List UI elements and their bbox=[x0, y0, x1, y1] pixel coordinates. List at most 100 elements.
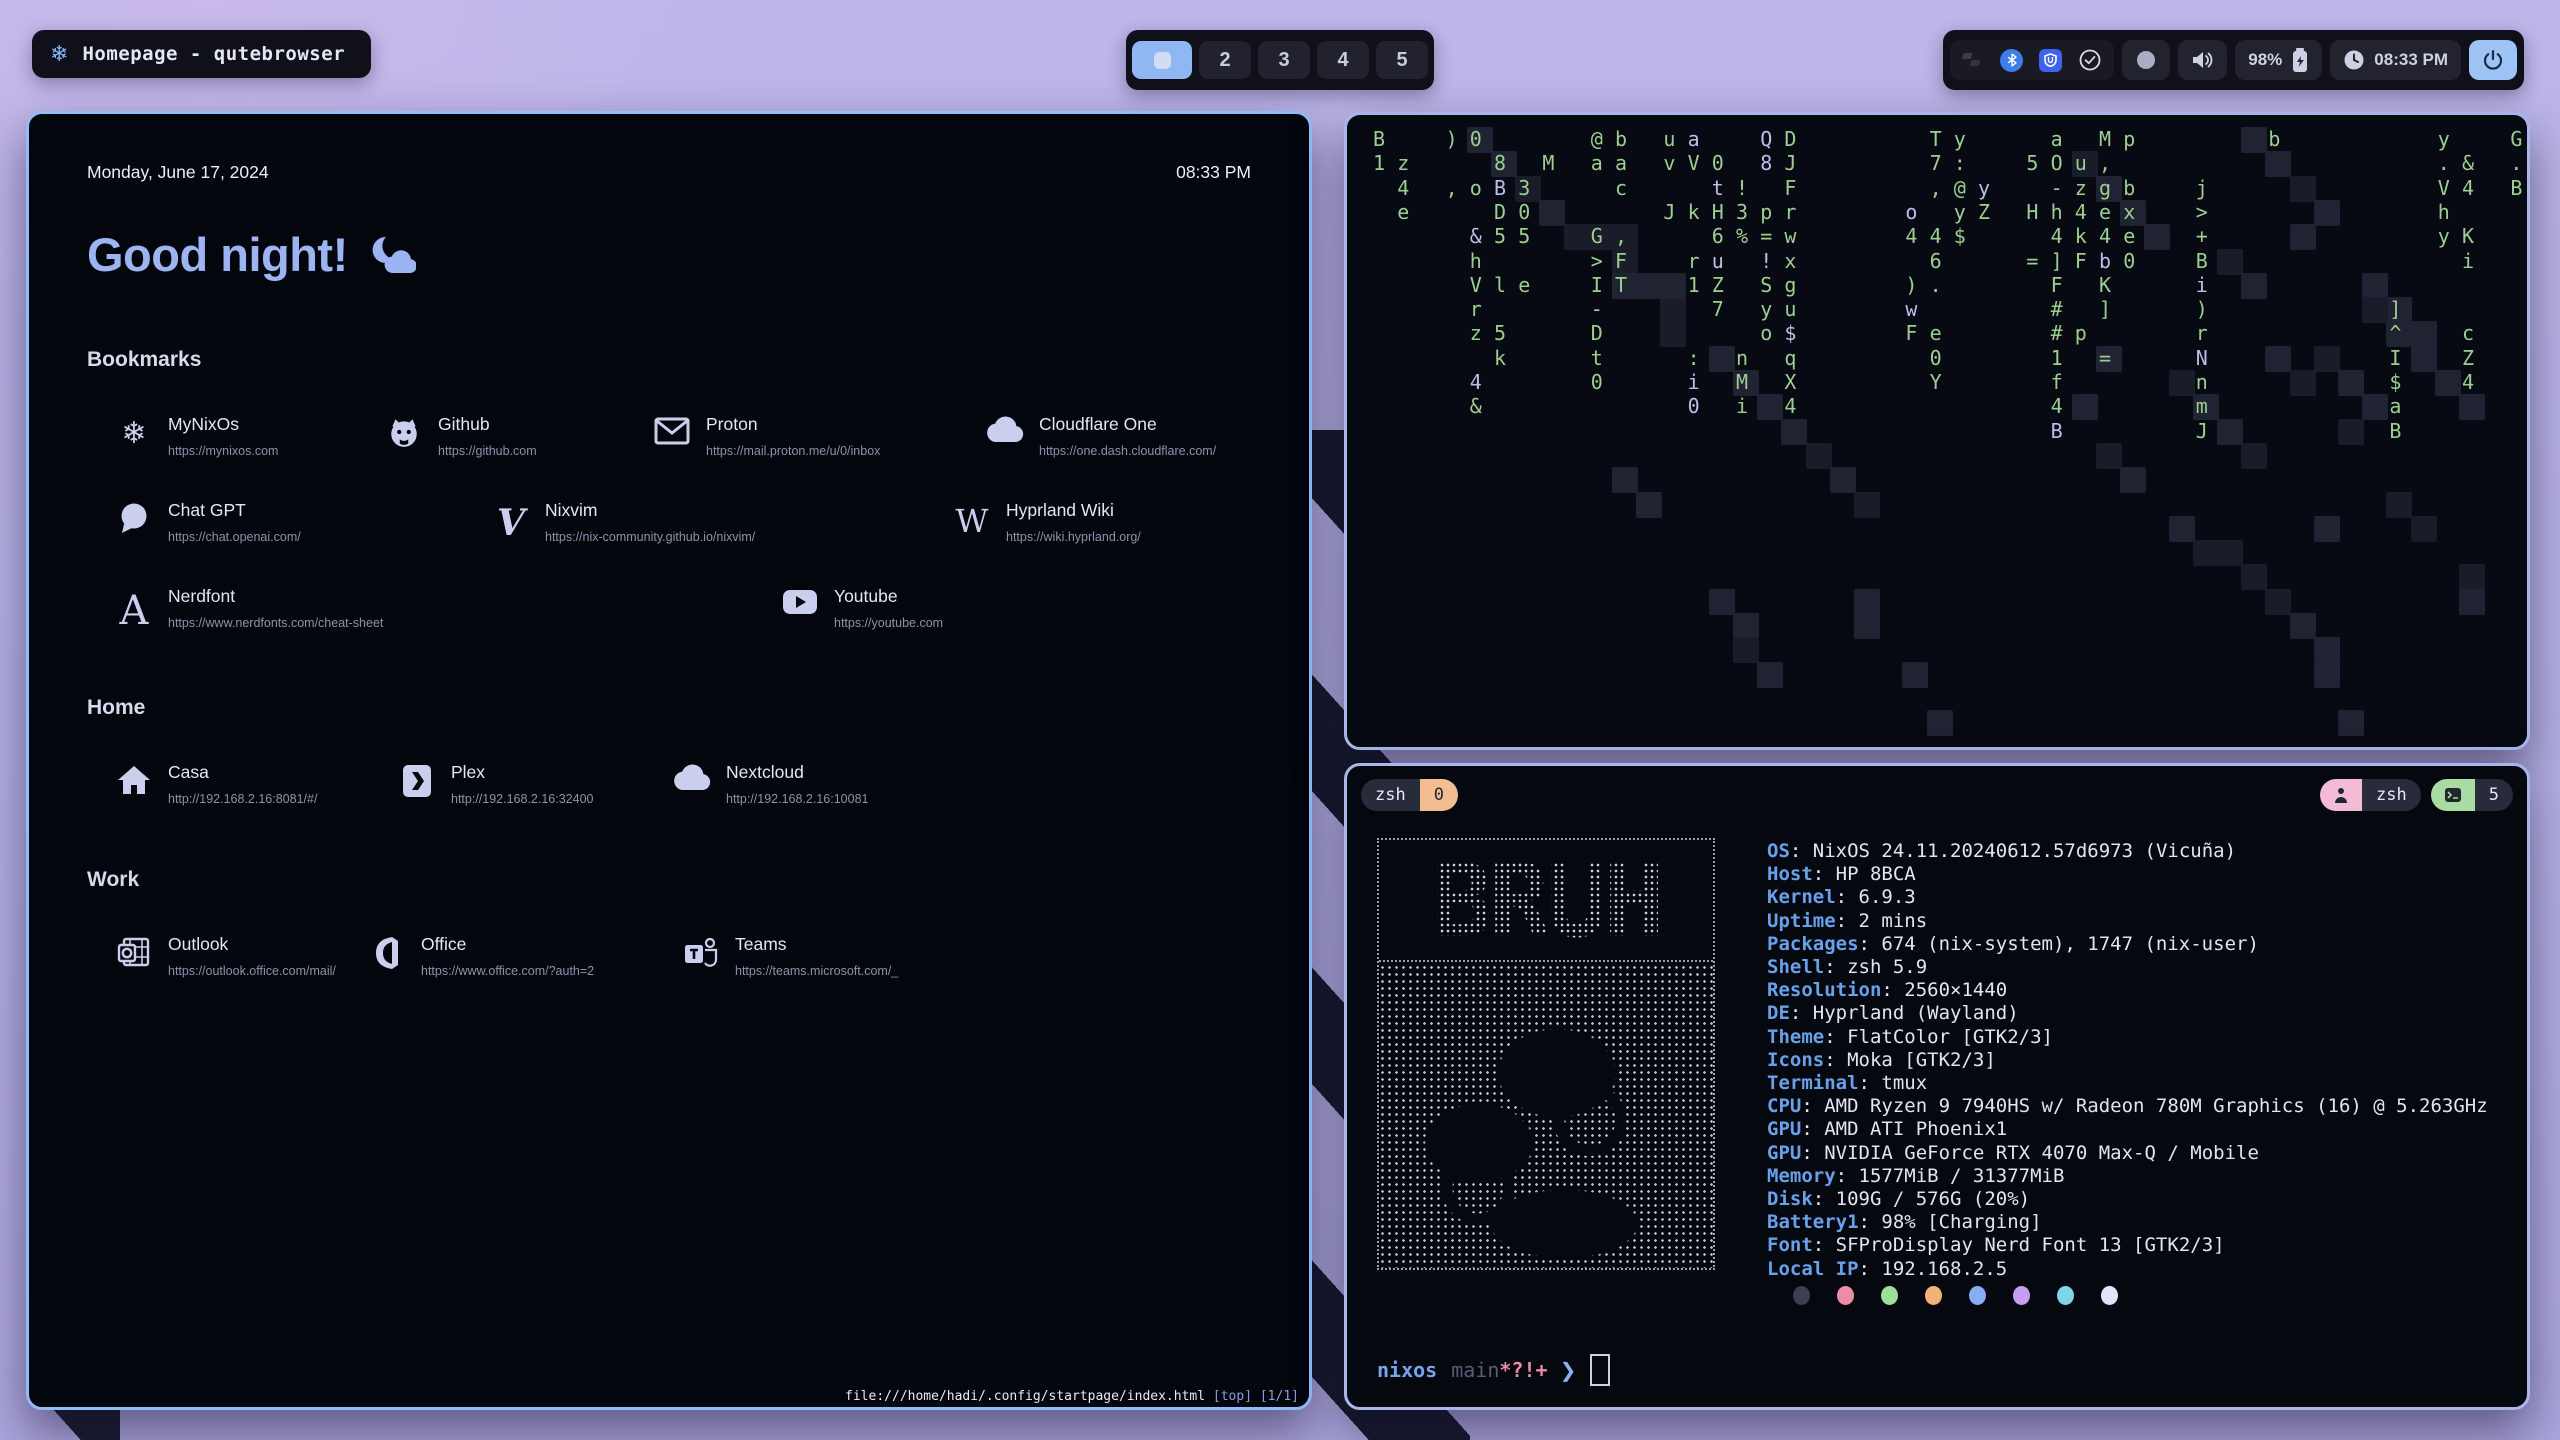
power-button[interactable] bbox=[2469, 40, 2517, 80]
matrix-char: T bbox=[1930, 129, 1942, 149]
bookmark-youtube[interactable]: Youtubehttps://youtube.com bbox=[779, 586, 943, 634]
tmux-pill-5[interactable]: 5 bbox=[2431, 779, 2513, 811]
bookmark-title: Casa bbox=[168, 762, 317, 783]
bookmark-row: Casahttp://192.168.2.16:8081/#/Plexhttp:… bbox=[87, 762, 1251, 806]
bookmark-hyprland-wiki[interactable]: WHyprland Wikihttps://wiki.hyprland.org/ bbox=[951, 500, 1141, 544]
matrix-char: % bbox=[1736, 226, 1748, 246]
matrix-char: N bbox=[2196, 348, 2208, 368]
matrix-char: I bbox=[1591, 275, 1603, 295]
bookmark-url: https://github.com bbox=[438, 444, 537, 458]
fetch-line: GPU: AMD ATI Phoenix1 bbox=[1767, 1118, 2488, 1141]
matrix-char: 1 bbox=[1373, 153, 1385, 173]
matrix-char: J bbox=[1663, 202, 1675, 222]
workspace-button-4[interactable]: 4 bbox=[1317, 41, 1369, 79]
network-icon[interactable] bbox=[1962, 49, 1984, 71]
matrix-block bbox=[2459, 564, 2485, 590]
matrix-char: i bbox=[1736, 396, 1748, 416]
fetch-value: : HP 8BCA bbox=[1813, 863, 1916, 885]
matrix-char: y bbox=[2438, 129, 2450, 149]
workspace-button-2[interactable]: 2 bbox=[1199, 41, 1251, 79]
clock-button[interactable]: 08:33 PM bbox=[2330, 40, 2461, 80]
matrix-char: F bbox=[2075, 251, 2087, 271]
bookmark-cloudflare-one[interactable]: Cloudflare Onehttps://one.dash.cloudflar… bbox=[984, 414, 1216, 458]
bookmark-proton[interactable]: Protonhttps://mail.proton.me/u/0/inbox bbox=[651, 414, 984, 458]
bookmark-nixvim[interactable]: VNixvimhttps://nix-community.github.io/n… bbox=[490, 500, 951, 544]
bookmark-icon-box bbox=[383, 416, 425, 450]
notification-dot-button[interactable] bbox=[2122, 40, 2170, 80]
bookmark-row: ANerdfonthttps://www.nerdfonts.com/cheat… bbox=[87, 586, 1251, 634]
bluetooth-icon[interactable] bbox=[2000, 49, 2023, 72]
matrix-char: 1 bbox=[2051, 348, 2063, 368]
matrix-char: o bbox=[1905, 202, 1917, 222]
matrix-block bbox=[1636, 273, 1662, 299]
matrix-char: g bbox=[1784, 275, 1796, 295]
battery-button[interactable]: 98% bbox=[2235, 40, 2322, 80]
section-work: WorkOutlookhttps://outlook.office.com/ma… bbox=[87, 868, 1251, 978]
matrix-char: M bbox=[2099, 129, 2111, 149]
tray-icon-group bbox=[1950, 40, 2114, 80]
matrix-block bbox=[1854, 492, 1880, 518]
matrix-char: , bbox=[2099, 153, 2111, 173]
matrix-char: & bbox=[1470, 226, 1482, 246]
matrix-char: u bbox=[2075, 153, 2087, 173]
bookmark-title: Office bbox=[421, 934, 594, 955]
bookmark-url: https://www.nerdfonts.com/cheat-sheet bbox=[168, 616, 383, 630]
matrix-char: a bbox=[2389, 396, 2401, 416]
home-icon bbox=[117, 764, 151, 796]
bookmark-text: Hyprland Wikihttps://wiki.hyprland.org/ bbox=[1006, 500, 1141, 544]
tmux-statusbar: zsh 0 zsh 5 bbox=[1361, 778, 2513, 812]
bookmark-plex[interactable]: Plexhttp://192.168.2.16:32400 bbox=[396, 762, 671, 806]
matrix-char: e bbox=[1397, 202, 1409, 222]
matrix-char: & bbox=[2462, 153, 2474, 173]
bookmark-github[interactable]: Githubhttps://github.com bbox=[383, 414, 651, 458]
matrix-char: H bbox=[1712, 202, 1724, 222]
bookmark-nerdfont[interactable]: ANerdfonthttps://www.nerdfonts.com/cheat… bbox=[113, 586, 779, 634]
matrix-char: 0 bbox=[2123, 251, 2135, 271]
matrix-block bbox=[2169, 370, 2195, 396]
tmux-session-pill[interactable]: zsh 0 bbox=[1361, 779, 1458, 811]
fetch-value: : zsh 5.9 bbox=[1824, 956, 1927, 978]
fetch-line: Resolution: 2560×1440 bbox=[1767, 979, 2488, 1002]
workspace-button-5[interactable]: 5 bbox=[1376, 41, 1428, 79]
shield-icon[interactable] bbox=[2039, 49, 2062, 72]
matrix-block bbox=[2411, 321, 2437, 347]
bookmark-mynixos[interactable]: ❄MyNixOshttps://mynixos.com bbox=[113, 414, 383, 458]
bookmark-url: https://www.office.com/?auth=2 bbox=[421, 964, 594, 978]
fetch-label: Shell bbox=[1767, 956, 1824, 978]
matrix-char: J bbox=[1784, 153, 1796, 173]
tmux-pill-zsh[interactable]: zsh bbox=[2320, 779, 2421, 811]
matrix-char: Z bbox=[1712, 275, 1724, 295]
bookmark-teams[interactable]: Teamshttps://teams.microsoft.com/_ bbox=[680, 934, 898, 978]
bookmark-text: Youtubehttps://youtube.com bbox=[834, 586, 943, 630]
bookmark-office[interactable]: Office https://www.office.com/?auth=2 bbox=[366, 934, 680, 978]
workspace-button-1[interactable] bbox=[1132, 41, 1192, 79]
youtube-icon bbox=[782, 588, 818, 616]
fetch-terminal-window[interactable]: zsh 0 zsh5 BRUH OS: NixOS 24.11.20240612… bbox=[1344, 763, 2530, 1410]
bookmark-outlook[interactable]: Outlookhttps://outlook.office.com/mail/ bbox=[113, 934, 366, 978]
matrix-char: i bbox=[2196, 275, 2208, 295]
check-circle-icon[interactable] bbox=[2078, 48, 2102, 72]
matrix-terminal-window[interactable]: B1z4e),0o&hVrz4&8BD5l5k305eM@aG>I-Dt0bac… bbox=[1344, 112, 2530, 750]
workspace-button-3[interactable]: 3 bbox=[1258, 41, 1310, 79]
fastfetch-info: OS: NixOS 24.11.20240612.57d6973 (Vicuña… bbox=[1767, 840, 2488, 1281]
bookmark-chat-gpt[interactable]: Chat GPThttps://chat.openai.com/ bbox=[113, 500, 490, 544]
matrix-block bbox=[2362, 297, 2388, 323]
matrix-char: # bbox=[2051, 299, 2063, 319]
bookmark-nextcloud[interactable]: Nextcloudhttp://192.168.2.16:10081 bbox=[671, 762, 869, 806]
fetch-label: Local IP bbox=[1767, 1258, 1859, 1280]
shell-prompt[interactable]: nixos main *?!+ ❯ bbox=[1377, 1354, 1610, 1386]
matrix-char: K bbox=[2462, 226, 2474, 246]
matrix-char: D bbox=[1784, 129, 1796, 149]
matrix-char: K bbox=[2099, 275, 2111, 295]
matrix-block bbox=[2169, 516, 2195, 542]
tmux-session-name: zsh bbox=[1361, 779, 1420, 811]
window-title: Homepage - qutebrowser bbox=[82, 43, 345, 65]
bookmark-casa[interactable]: Casahttp://192.168.2.16:8081/#/ bbox=[113, 762, 396, 806]
matrix-char: : bbox=[1954, 153, 1966, 173]
matrix-char: 5 bbox=[2026, 153, 2038, 173]
statusbar-tab-counter: [1/1] bbox=[1260, 1389, 1299, 1404]
volume-button[interactable] bbox=[2178, 40, 2227, 80]
matrix-char: 4 bbox=[2075, 202, 2087, 222]
nixos-logo-icon: ❄ bbox=[50, 41, 68, 67]
matrix-block bbox=[2120, 467, 2146, 493]
